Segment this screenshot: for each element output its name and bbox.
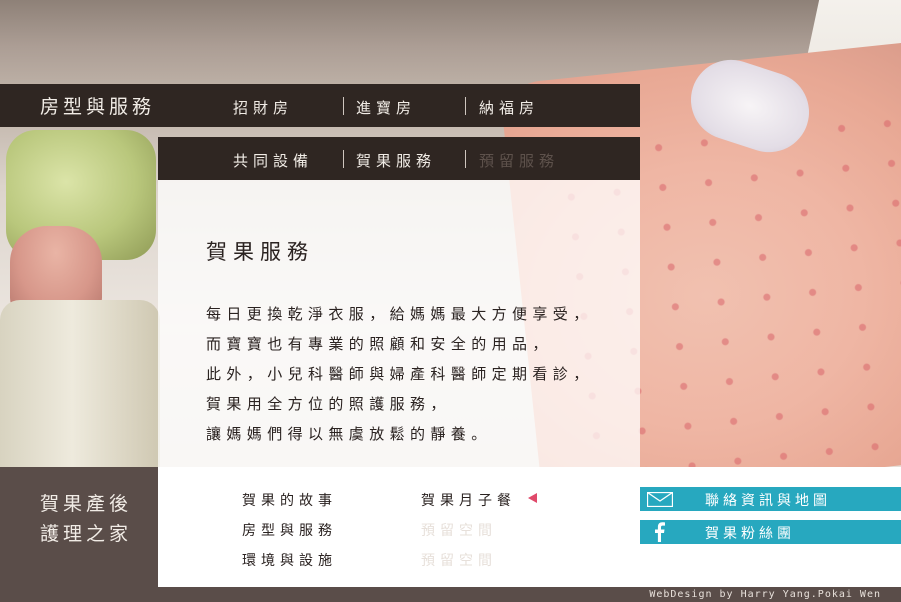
mail-icon bbox=[647, 492, 673, 507]
nav-link-reserved-service: 預留服務 bbox=[479, 152, 560, 170]
content-paragraph-line: 此外，小兒科醫師與婦產科醫師定期看診， bbox=[206, 365, 594, 383]
nav-link-zhaocai-room[interactable]: 招財房 bbox=[233, 97, 293, 118]
nav-divider bbox=[465, 97, 466, 115]
content-paragraph-line: 賀果用全方位的照護服務， bbox=[206, 395, 451, 413]
nav-divider bbox=[343, 150, 344, 168]
logo-text-line2: 護理之家 bbox=[40, 523, 133, 545]
credit-bar: WebDesign by Harry Yang.Pokai Wen bbox=[158, 587, 901, 602]
arrow-left-icon bbox=[528, 493, 537, 503]
nav-link-hoguo-service[interactable]: 賀果服務 bbox=[356, 150, 436, 171]
content-paragraph-line: 讓媽媽們得以無虞放鬆的靜養。 bbox=[206, 425, 492, 443]
footer-link-reserved-space: 預留空間 bbox=[421, 523, 497, 539]
nav-divider bbox=[465, 150, 466, 168]
footer-link-reserved-space: 預留空間 bbox=[421, 553, 497, 569]
fan-page-button[interactable]: 賀果粉絲團 bbox=[640, 520, 901, 544]
nav-link-shared-facilities[interactable]: 共同設備 bbox=[233, 150, 313, 171]
facebook-icon bbox=[655, 522, 665, 542]
content-paragraph-line: 而寶寶也有專業的照顧和安全的用品， bbox=[206, 335, 553, 353]
fan-page-label: 賀果粉絲團 bbox=[705, 526, 795, 542]
nav-link-nafu-room[interactable]: 納福房 bbox=[479, 97, 539, 118]
contact-map-label: 聯絡資訊與地圖 bbox=[705, 493, 831, 509]
footer-link-confinement-meals[interactable]: 賀果月子餐 bbox=[421, 490, 516, 510]
footer-link-environment[interactable]: 環境與設施 bbox=[242, 550, 337, 570]
content-paragraph-line: 每日更換乾淨衣服，給媽媽最大方便享受， bbox=[206, 305, 594, 323]
logo-text-line1: 賀果產後 bbox=[40, 493, 133, 515]
section-title: 房型與服務 bbox=[40, 96, 156, 118]
footer-link-rooms-services[interactable]: 房型與服務 bbox=[242, 520, 337, 540]
content-title: 賀果服務 bbox=[206, 240, 314, 264]
nav-link-jinbao-room[interactable]: 進寶房 bbox=[356, 97, 416, 118]
contact-map-button[interactable]: 聯絡資訊與地圖 bbox=[640, 487, 901, 511]
photo-baby-lotion-bottle bbox=[0, 300, 160, 467]
design-credit: WebDesign by Harry Yang.Pokai Wen bbox=[649, 589, 881, 600]
footer-link-story[interactable]: 賀果的故事 bbox=[242, 490, 337, 510]
nav-divider bbox=[343, 97, 344, 115]
